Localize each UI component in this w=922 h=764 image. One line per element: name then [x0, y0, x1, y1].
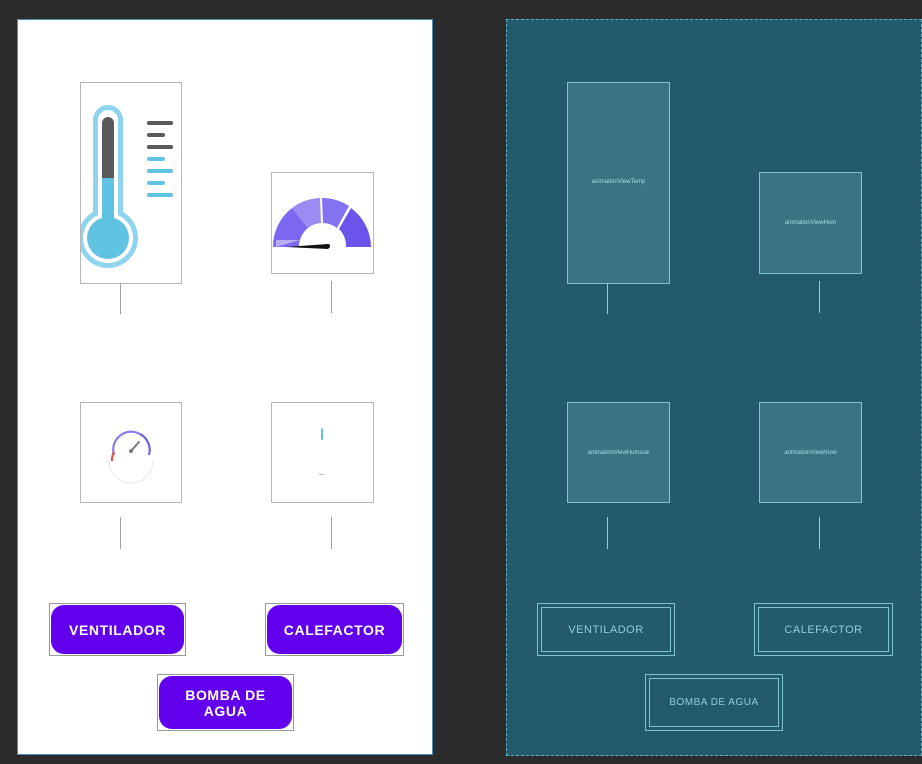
blueprint-view-hum-label: animationViewHum	[784, 220, 837, 226]
water-level-animation-view[interactable]	[271, 402, 374, 503]
soil-humidity-animation-view[interactable]	[80, 402, 182, 503]
blueprint-calefactor-button[interactable]: CALEFACTOR	[754, 603, 893, 656]
blueprint-view-temp-label: animationViewTemp	[591, 179, 646, 185]
soil-humidity-text-placeholder	[120, 517, 121, 549]
blueprint-view-humsue-label: animationViewHumsue	[587, 449, 650, 456]
blueprint-view-humsue[interactable]: animationViewHumsue	[567, 402, 670, 503]
blueprint-view-nivel-label: animationViewNivel	[784, 449, 837, 456]
water-level-icon	[319, 428, 325, 475]
calefactor-button[interactable]: CALEFACTOR	[267, 605, 402, 654]
bomba-de-agua-button[interactable]: BOMBA DE AGUA	[159, 676, 292, 729]
blueprint-humsue-text-line	[607, 517, 608, 549]
humidity-animation-view[interactable]	[271, 172, 374, 274]
temperature-text-placeholder	[120, 283, 121, 314]
bomba-button-label-line2: AGUA	[203, 702, 248, 719]
water-level-text-placeholder	[331, 517, 332, 549]
blueprint-nivel-text-line	[819, 517, 820, 549]
thermometer-icon	[81, 105, 173, 268]
humidity-gauge-icon	[272, 197, 371, 249]
temperature-animation-view[interactable]	[80, 82, 182, 284]
blueprint-bomba-button[interactable]: BOMBA DE AGUA	[645, 674, 783, 731]
speedometer-icon	[108, 430, 154, 484]
blueprint-hum-text-line	[819, 281, 820, 313]
calefactor-button-label: CALEFACTOR	[283, 621, 386, 638]
blueprint-ventilador-button[interactable]: VENTILADOR	[537, 603, 675, 656]
blueprint-ventilador-label: VENTILADOR	[541, 607, 671, 652]
bomba-button-label-line1: BOMBA DE	[185, 686, 266, 703]
blueprint-view-hum[interactable]: animationViewHum	[759, 172, 862, 274]
blueprint-calefactor-label: CALEFACTOR	[758, 607, 889, 652]
ventilador-button[interactable]: VENTILADOR	[51, 605, 184, 654]
blueprint-view-temp[interactable]: animationViewTemp	[567, 82, 670, 284]
humidity-text-placeholder	[331, 281, 332, 313]
blueprint-temp-text-line	[607, 283, 608, 314]
blueprint-view-nivel[interactable]: animationViewNivel	[759, 402, 862, 503]
blueprint-bomba-label: BOMBA DE AGUA	[649, 678, 779, 727]
